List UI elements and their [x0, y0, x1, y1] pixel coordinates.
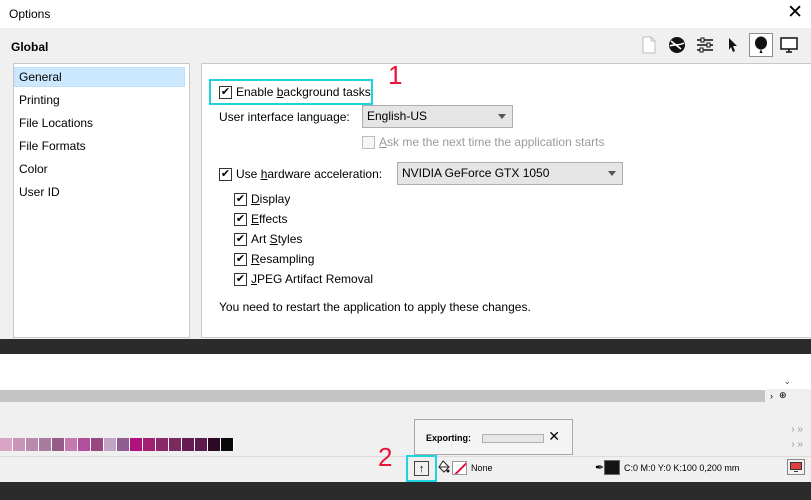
chevron-down-icon — [608, 171, 616, 176]
nav-item-printing[interactable]: Printing — [14, 90, 185, 110]
checkmark-icon: ✔ — [234, 212, 247, 226]
palette-arrows-icon[interactable]: › » — [791, 424, 803, 435]
ui-language-value: English-US — [367, 109, 428, 123]
export-progress-bar — [482, 434, 544, 443]
palette-swatch[interactable] — [117, 438, 130, 451]
jpeg-artifact-removal-checkbox[interactable]: ✔ JPEG Artifact Removal — [234, 272, 373, 286]
gpu-select[interactable]: NVIDIA GeForce GTX 1050 — [397, 162, 623, 185]
pen-nib-icon[interactable]: ✒ — [595, 461, 604, 474]
callout-number-2: 2 — [378, 442, 393, 472]
fill-label: None — [471, 463, 493, 473]
drawing-canvas[interactable] — [0, 354, 811, 390]
palette-arrows-icon[interactable]: › » — [791, 439, 803, 450]
palette-swatch[interactable] — [156, 438, 169, 451]
checkmark-icon: ✔ — [234, 252, 247, 266]
nav-item-file-locations[interactable]: File Locations — [14, 113, 185, 133]
effects-label: Effects — [251, 212, 288, 226]
close-icon[interactable]: ✕ — [787, 2, 803, 24]
palette-swatch[interactable] — [91, 438, 104, 451]
docker-area — [0, 402, 811, 438]
checkmark-icon: ✔ — [219, 167, 232, 181]
dialog-header: Global — [0, 28, 811, 62]
dialog-title: Options — [9, 7, 51, 21]
palette-swatch[interactable] — [104, 438, 117, 451]
checkmark-icon: ✔ — [219, 85, 232, 99]
pointer-icon[interactable] — [721, 33, 745, 57]
zoom-icon[interactable]: ⊕ — [779, 390, 787, 401]
scroll-controls: › ⊕ — [765, 389, 811, 402]
fill-none-swatch[interactable] — [452, 461, 467, 475]
resampling-label: Resampling — [251, 252, 315, 266]
globe-icon[interactable] — [665, 33, 689, 57]
chevron-down-icon — [498, 114, 506, 119]
category-toolbar — [637, 33, 801, 57]
checkmark-icon: ✔ — [234, 232, 247, 246]
effects-checkbox[interactable]: ✔ Effects — [234, 212, 287, 226]
checkbox-empty-icon — [362, 135, 375, 149]
options-nav: General Printing File Locations File For… — [13, 63, 190, 338]
dialog-titlebar: Options ✕ — [0, 0, 811, 28]
art-styles-label: Art Styles — [251, 232, 303, 246]
restart-notice: You need to restart the application to a… — [219, 300, 531, 314]
paint-bucket-icon[interactable] — [438, 460, 450, 474]
palette-swatch[interactable] — [13, 438, 26, 451]
hardware-acceleration-label: Use hardware acceleration: — [236, 167, 383, 181]
resampling-checkbox[interactable]: ✔ Resampling — [234, 252, 314, 266]
display-label: Display — [251, 192, 291, 206]
balloon-icon[interactable] — [749, 33, 773, 57]
palette-swatch[interactable] — [182, 438, 195, 451]
exporting-title: Exporting: — [426, 433, 471, 443]
export-arrow-icon: ↑ — [414, 461, 429, 476]
art-styles-checkbox[interactable]: ✔ Art Styles — [234, 232, 302, 246]
palette-swatch[interactable] — [65, 438, 78, 451]
callout-number-1: 1 — [388, 60, 403, 90]
color-proof-icon[interactable] — [787, 459, 805, 475]
palette-swatch[interactable] — [208, 438, 221, 451]
palette-swatch[interactable] — [130, 438, 143, 451]
dark-separator-band — [0, 339, 811, 354]
exporting-popup: Exporting: ✕ — [414, 419, 573, 455]
display-checkbox[interactable]: ✔ Display — [234, 192, 290, 206]
palette-swatch[interactable] — [221, 438, 234, 451]
monitor-icon[interactable] — [777, 33, 801, 57]
background-tasks-label: Enable background tasks — [236, 85, 371, 99]
close-icon[interactable]: ✕ — [548, 428, 560, 445]
palette-swatch[interactable] — [78, 438, 91, 451]
page-icon[interactable] — [637, 33, 661, 57]
palette-swatch[interactable] — [0, 438, 13, 451]
scroll-down-icon[interactable]: ⌄ — [783, 376, 791, 387]
export-status-button[interactable]: ↑ — [406, 455, 437, 482]
hardware-acceleration-checkbox[interactable]: ✔ Use hardware acceleration: — [219, 167, 382, 181]
sliders-icon[interactable] — [693, 33, 717, 57]
bottom-dark-band — [0, 482, 811, 500]
outline-color-swatch[interactable] — [604, 460, 620, 475]
palette-swatch[interactable] — [52, 438, 65, 451]
ask-next-time-checkbox[interactable]: Ask me the next time the application sta… — [362, 135, 604, 149]
nav-item-color[interactable]: Color — [14, 159, 185, 179]
checkmark-icon: ✔ — [234, 272, 247, 286]
outline-info: C:0 M:0 Y:0 K:100 0,200 mm — [624, 463, 740, 473]
scroll-right-icon[interactable]: › — [770, 391, 773, 401]
palette-swatch[interactable] — [39, 438, 52, 451]
jpeg-artifact-removal-label: JPEG Artifact Removal — [251, 272, 374, 286]
nav-item-file-formats[interactable]: File Formats — [14, 136, 185, 156]
section-title: Global — [11, 40, 49, 54]
checkmark-icon: ✔ — [234, 192, 247, 206]
gpu-value: NVIDIA GeForce GTX 1050 — [402, 166, 550, 180]
palette-swatch[interactable] — [169, 438, 182, 451]
ui-language-select[interactable]: English-US — [362, 105, 513, 128]
color-palette — [0, 438, 234, 451]
background-tasks-checkbox[interactable]: ✔ Enable background tasks — [219, 85, 371, 99]
ui-language-label: User interface language: — [219, 110, 350, 124]
nav-item-user-id[interactable]: User ID — [14, 182, 185, 202]
palette-swatch[interactable] — [143, 438, 156, 451]
nav-item-general[interactable]: General — [14, 67, 185, 87]
ask-next-time-label: Ask me the next time the application sta… — [379, 135, 605, 149]
palette-swatch[interactable] — [195, 438, 208, 451]
horizontal-scrollbar[interactable] — [0, 390, 765, 402]
palette-swatch[interactable] — [26, 438, 39, 451]
